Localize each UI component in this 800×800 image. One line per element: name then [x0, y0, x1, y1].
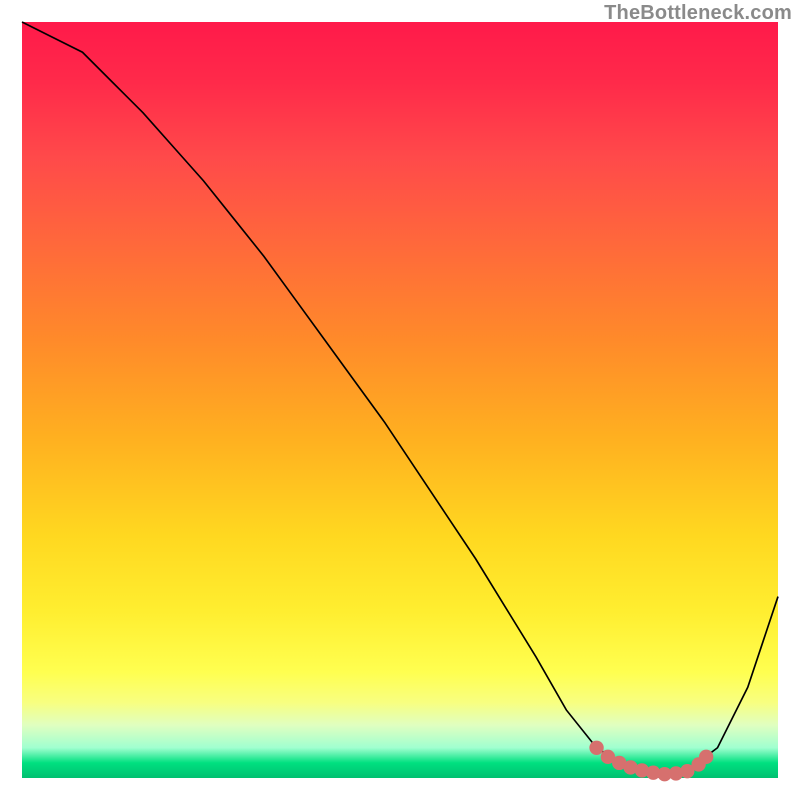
chart-container: TheBottleneck.com: [0, 0, 800, 800]
watermark-text: TheBottleneck.com: [604, 2, 792, 25]
marker-dot: [699, 750, 713, 764]
plot-area: [22, 22, 778, 778]
chart-svg: [22, 22, 778, 778]
optimal-range-markers: [589, 741, 713, 782]
marker-dot: [589, 741, 603, 755]
bottleneck-curve: [22, 22, 778, 774]
